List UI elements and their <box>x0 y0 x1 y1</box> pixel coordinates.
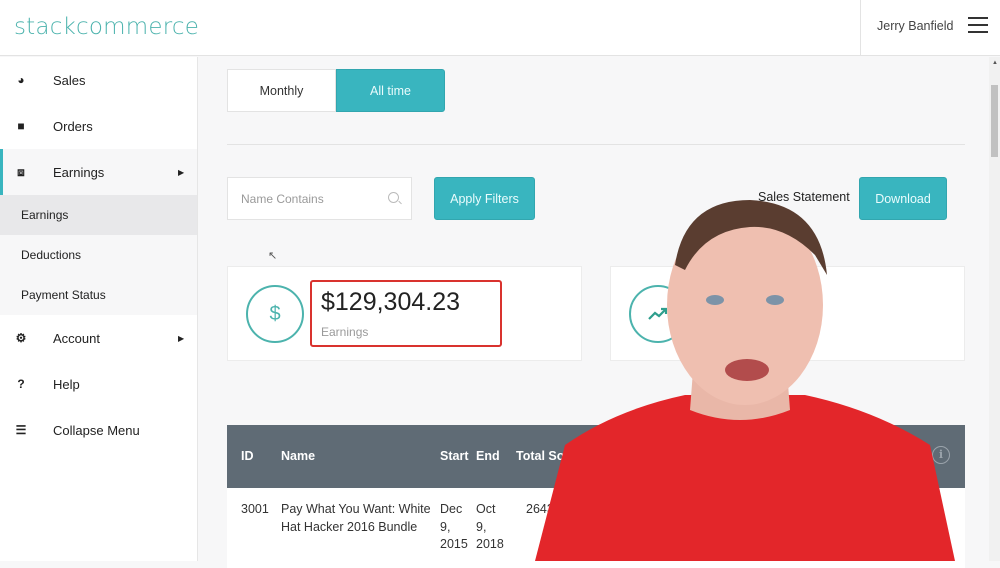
earnings-label: Earnings <box>321 325 369 339</box>
info-icon[interactable]: i <box>932 446 950 464</box>
column-header-start[interactable]: Start <box>440 449 468 463</box>
caret-right-icon: ▶ <box>178 333 185 343</box>
sidebar-item-label: Help <box>53 376 80 392</box>
cell-start: Dec 9, 2015 <box>440 502 468 551</box>
main-content: Monthly All time Apply Filters Sales Sta… <box>199 57 989 568</box>
sidebar-item-help[interactable]: ? Help <box>0 361 197 407</box>
logo[interactable]: stackcommerce <box>14 14 199 40</box>
sidebar: ◕ Sales ■ Orders ⧈ Earnings ▶ Earnings D… <box>0 57 198 561</box>
table-header: ID Name Start End Total Sold i <box>227 425 965 488</box>
name-filter-field <box>227 177 412 220</box>
bundles-table: ID Name Start End Total Sold i 3001 Pay … <box>227 425 965 568</box>
question-icon: ? <box>17 377 25 391</box>
sidebar-item-label: Earnings <box>53 164 105 180</box>
divider <box>227 144 965 145</box>
sidebar-subitem-deductions[interactable]: Deductions <box>0 235 197 275</box>
earnings-card: $ $129,304.23 Earnings <box>227 266 582 361</box>
highlight-box: $129,304.23 Earnings <box>310 280 502 347</box>
vertical-scrollbar[interactable]: ▲ <box>989 57 1000 561</box>
table-row[interactable]: 3001 Pay What You Want: White Hat Hacker… <box>227 488 965 568</box>
top-bar: stackcommerce Jerry Banfield <box>0 0 1000 56</box>
tachometer-icon: ◕ <box>17 73 25 87</box>
sidebar-subitem-payment-status[interactable]: Payment Status <box>0 275 197 315</box>
sidebar-item-label: Sales <box>53 72 86 88</box>
hamburger-icon[interactable] <box>968 17 988 35</box>
tab-all-time[interactable]: All time <box>336 69 445 112</box>
column-header-name[interactable]: Name <box>281 449 315 463</box>
gear-icon: ⚙ <box>15 331 27 345</box>
sidebar-item-earnings[interactable]: ⧈ Earnings ▶ <box>0 149 197 195</box>
column-header-end[interactable]: End <box>476 449 500 463</box>
user-name[interactable]: Jerry Banfield <box>877 19 953 33</box>
scrollbar-thumb[interactable] <box>991 85 998 157</box>
trend-up-icon <box>629 285 687 343</box>
sales-statement-label: Sales Statement <box>758 190 850 204</box>
dollar-icon: $ <box>246 285 304 343</box>
sidebar-item-collapse-menu[interactable]: ☰ Collapse Menu <box>0 407 197 453</box>
list-icon: ☰ <box>15 423 27 437</box>
sidebar-item-label: Orders <box>53 118 93 134</box>
name-contains-input[interactable] <box>228 178 368 219</box>
scroll-up-arrow-icon[interactable]: ▲ <box>992 60 998 66</box>
cell-id: 3001 <box>241 502 269 516</box>
earnings-amount: $129,304.23 <box>321 288 461 316</box>
apply-filters-button[interactable]: Apply Filters <box>434 177 535 220</box>
sidebar-item-sales[interactable]: ◕ Sales <box>0 57 197 103</box>
search-icon <box>388 192 399 203</box>
cell-name: Pay What You Want: White Hat Hacker 2016… <box>281 502 431 534</box>
column-header-total-sold[interactable]: Total Sold <box>516 449 576 463</box>
tab-monthly[interactable]: Monthly <box>227 69 336 112</box>
mouse-cursor-icon: ↖ <box>268 250 278 262</box>
book-icon: ■ <box>17 119 25 133</box>
cell-total-sold: 2643 <box>526 502 554 516</box>
download-button[interactable]: Download <box>859 177 947 220</box>
column-header-id[interactable]: ID <box>241 449 254 463</box>
sidebar-item-label: Collapse Menu <box>53 422 140 438</box>
sidebar-subitem-earnings[interactable]: Earnings <box>0 195 197 235</box>
sidebar-item-account[interactable]: ⚙ Account ▶ <box>0 315 197 361</box>
caret-right-icon: ▶ <box>178 167 185 177</box>
user-area: Jerry Banfield <box>860 0 1000 56</box>
money-icon: ⧈ <box>17 164 25 179</box>
sidebar-item-orders[interactable]: ■ Orders <box>0 103 197 149</box>
period-toggle: Monthly All time <box>227 69 445 112</box>
sidebar-item-label: Account <box>53 330 100 346</box>
cell-end: Oct 9, 2018 <box>476 502 504 551</box>
trend-card <box>610 266 965 361</box>
